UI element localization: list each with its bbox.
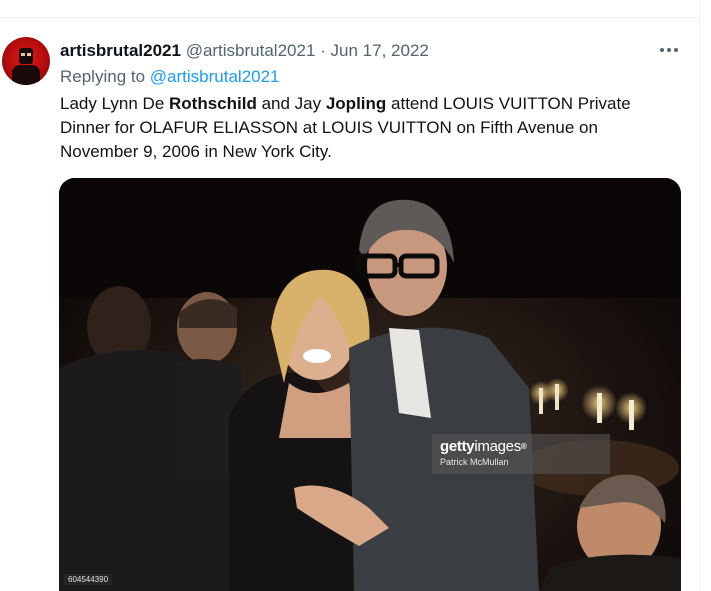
tweet-header: artisbrutal2021 @artisbrutal2021 · Jun 1… xyxy=(60,40,429,62)
tweet-photo[interactable]: gettyimages® Patrick McMullan 604544390 xyxy=(59,178,681,591)
separator-dot: · xyxy=(320,41,326,60)
more-horizontal-icon[interactable] xyxy=(660,41,680,59)
mention-jopling: Jopling xyxy=(325,94,387,113)
right-divider xyxy=(699,0,700,591)
top-divider xyxy=(0,0,700,18)
replying-prefix: Replying to xyxy=(60,67,146,86)
tweet-text: Lady Lynn De Rothschild and Jay Jopling … xyxy=(60,94,631,161)
image-id-label: 604544390 xyxy=(64,574,113,585)
replying-to-link[interactable]: @artisbrutal2021 xyxy=(150,67,280,86)
tweet-date[interactable]: Jun 17, 2022 xyxy=(331,41,429,60)
photo-credit: Patrick McMullan xyxy=(440,457,509,467)
avatar[interactable] xyxy=(2,37,50,85)
user-handle[interactable]: @artisbrutal2021 xyxy=(186,41,316,60)
display-name[interactable]: artisbrutal2021 xyxy=(60,41,181,60)
photo-scene xyxy=(59,178,681,591)
mention-rothschild: Rothschild xyxy=(169,94,257,113)
replying-to: Replying to @artisbrutal2021 xyxy=(60,66,280,88)
getty-watermark: gettyimages® Patrick McMullan xyxy=(432,434,610,474)
